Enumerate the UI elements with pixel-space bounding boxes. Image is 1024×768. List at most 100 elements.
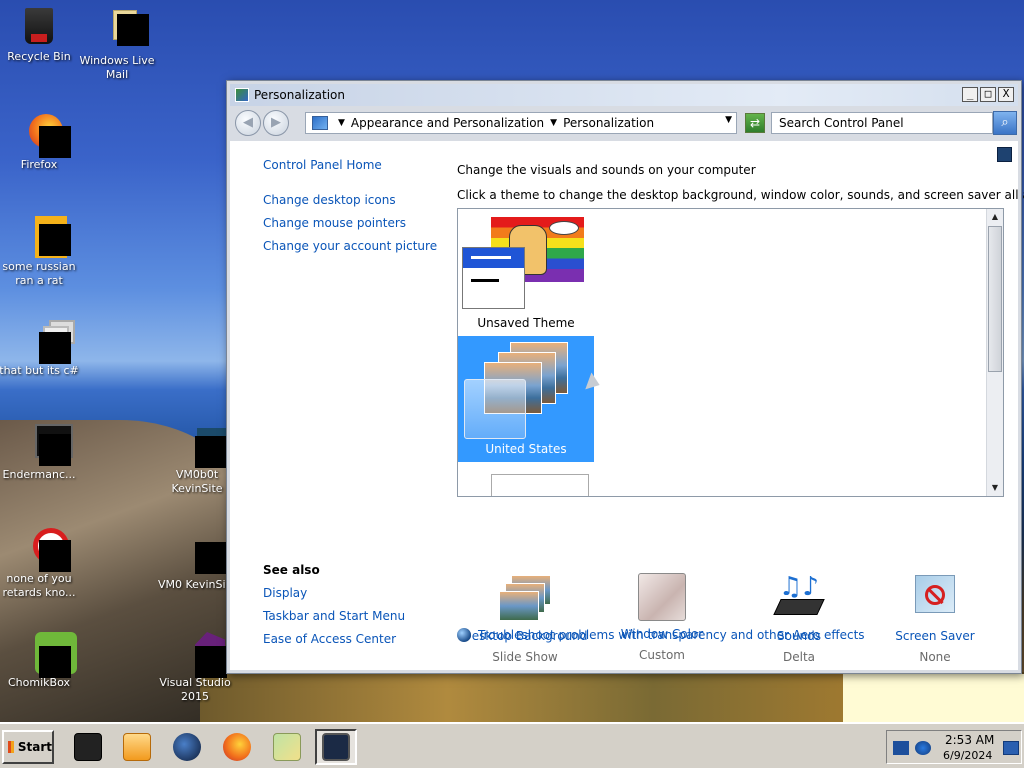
monitor-icon bbox=[322, 733, 350, 761]
change-account-picture-link[interactable]: Change your account picture bbox=[263, 239, 437, 253]
theme-unsaved[interactable]: Unsaved Theme bbox=[458, 209, 594, 335]
taskbar: Start 2:53 AM 6/9/2024 bbox=[0, 722, 1024, 768]
scroll-down-icon[interactable]: ▼ bbox=[987, 480, 1003, 496]
window-title: Personalization bbox=[254, 88, 345, 102]
desktop-background-option[interactable]: Desktop Background Slide Show bbox=[460, 573, 590, 664]
theme-window-preview bbox=[462, 247, 525, 309]
page-heading: Change the visuals and sounds on your co… bbox=[457, 163, 756, 177]
window-color-option[interactable]: Window Color Custom bbox=[597, 573, 727, 662]
troubleshoot-link-row[interactable]: Troubleshoot problems with transparency … bbox=[457, 628, 865, 642]
scroll-thumb[interactable] bbox=[988, 226, 1002, 372]
system-tray: 2:53 AM 6/9/2024 bbox=[886, 730, 1022, 764]
troubleshoot-link[interactable]: Troubleshoot problems with transparency … bbox=[478, 628, 865, 642]
taskbar-app-control-panel[interactable] bbox=[315, 729, 357, 765]
desktop-icon-endermanc[interactable]: Endermanc... bbox=[0, 424, 82, 482]
taskbar-app-media-player[interactable] bbox=[116, 729, 158, 765]
change-desktop-icons-link[interactable]: Change desktop icons bbox=[263, 193, 396, 207]
breadcrumb-appearance[interactable]: Appearance and Personalization bbox=[351, 116, 544, 130]
theme-item-partial[interactable] bbox=[491, 474, 589, 496]
theme-name: Unsaved Theme bbox=[477, 316, 575, 330]
breadcrumb-separator-icon[interactable]: ▼ bbox=[338, 118, 345, 128]
taskbar-app-browser[interactable] bbox=[166, 729, 208, 765]
globe-icon bbox=[457, 628, 471, 642]
taskbar-app-console[interactable] bbox=[67, 729, 109, 765]
mail-icon bbox=[97, 10, 149, 50]
option-title[interactable]: Screen Saver bbox=[870, 629, 1000, 643]
desktop-icon-windows-live-mail[interactable]: Windows Live Mail bbox=[74, 10, 160, 82]
control-panel-icon bbox=[235, 88, 249, 102]
globe-icon bbox=[173, 733, 201, 761]
recycle-bin-icon bbox=[19, 6, 59, 46]
desktop-icon-firefox[interactable]: Firefox bbox=[0, 114, 82, 172]
option-value: None bbox=[919, 650, 951, 664]
theme-preview-image bbox=[464, 342, 584, 439]
option-value: Custom bbox=[639, 648, 685, 662]
sounds-option[interactable]: ♫♪ Sounds Delta bbox=[734, 573, 864, 664]
forward-button[interactable]: ▶ bbox=[263, 110, 289, 136]
stacked-windows-icon bbox=[19, 320, 75, 364]
search-input[interactable]: Search Control Panel bbox=[771, 112, 993, 134]
visual-studio-icon bbox=[175, 632, 227, 678]
script-file-icon bbox=[19, 216, 71, 258]
personalization-window: Personalization _ □ X ◀ ▶ ▼ Appearance a… bbox=[226, 80, 1024, 674]
desktop-icon-chomikbox[interactable]: ChomikBox bbox=[0, 632, 82, 690]
theme-list-scrollbar[interactable]: ▲ ▼ bbox=[986, 209, 1003, 496]
network-icon[interactable] bbox=[893, 741, 909, 755]
close-button[interactable]: X bbox=[998, 87, 1014, 102]
display-link[interactable]: Display bbox=[263, 586, 307, 600]
window-color-icon bbox=[638, 573, 686, 621]
title-bar[interactable]: Personalization _ □ X bbox=[230, 84, 1018, 106]
search-icon[interactable]: ⌕ bbox=[993, 111, 1017, 135]
refresh-button[interactable]: ⇄ bbox=[745, 113, 765, 133]
address-dropdown-icon[interactable]: ▼ bbox=[725, 115, 732, 125]
console-app-icon bbox=[74, 733, 102, 761]
opera-icon bbox=[19, 528, 71, 572]
start-button[interactable]: Start bbox=[2, 730, 54, 764]
control-panel-icon bbox=[312, 116, 328, 130]
windows-logo-icon bbox=[8, 741, 14, 753]
content-area: Control Panel Home Change desktop icons … bbox=[230, 141, 1024, 670]
control-panel-home-link[interactable]: Control Panel Home bbox=[263, 158, 382, 172]
option-value: Delta bbox=[782, 650, 815, 664]
taskbar-app-firefox[interactable] bbox=[216, 729, 258, 765]
minimize-button[interactable]: _ bbox=[962, 87, 978, 102]
desktop-highlight-patch bbox=[843, 674, 1024, 722]
console-app-icon bbox=[19, 424, 73, 466]
taskbar-app-explorer[interactable] bbox=[266, 729, 308, 765]
chomikbox-icon bbox=[19, 632, 77, 678]
theme-united-states[interactable]: United States bbox=[458, 336, 594, 462]
desktop-icon-russian-rat[interactable]: some russian ran a rat bbox=[0, 216, 82, 288]
media-player-icon bbox=[123, 733, 151, 761]
sounds-icon: ♫♪ bbox=[773, 573, 825, 623]
notification-icon[interactable] bbox=[1003, 741, 1019, 755]
ease-of-access-link[interactable]: Ease of Access Center bbox=[263, 632, 396, 646]
page-instruction: Click a theme to change the desktop back… bbox=[457, 188, 1024, 202]
breadcrumb-separator-icon[interactable]: ▼ bbox=[550, 118, 557, 128]
back-button[interactable]: ◀ bbox=[235, 110, 261, 136]
volume-icon[interactable] bbox=[915, 741, 931, 755]
desktop-icon-recycle-bin[interactable]: Recycle Bin bbox=[0, 6, 82, 64]
window-controls: _ □ X bbox=[962, 87, 1014, 102]
scroll-up-icon[interactable]: ▲ bbox=[987, 209, 1003, 225]
theme-list: Unsaved Theme United States ▲ ▼ bbox=[457, 208, 1004, 497]
change-mouse-pointers-link[interactable]: Change mouse pointers bbox=[263, 216, 406, 230]
address-bar[interactable]: ▼ Appearance and Personalization ▼ Perso… bbox=[305, 112, 737, 134]
taskbar-start-menu-link[interactable]: Taskbar and Start Menu bbox=[263, 609, 405, 623]
see-also-heading: See also bbox=[263, 563, 320, 577]
desktop-icon-none-of-you[interactable]: none of you retards kno... bbox=[0, 528, 82, 600]
screen-saver-icon bbox=[909, 573, 961, 623]
desktop-icon-that-but-its-csharp[interactable]: that but its c# bbox=[0, 320, 82, 378]
maximize-button[interactable]: □ bbox=[980, 87, 996, 102]
firefox-icon bbox=[223, 733, 251, 761]
screen-saver-option[interactable]: Screen Saver None bbox=[870, 573, 1000, 664]
firefox-icon bbox=[19, 114, 71, 158]
help-icon[interactable] bbox=[997, 147, 1012, 162]
folder-icon bbox=[273, 733, 301, 761]
theme-name: United States bbox=[485, 442, 567, 456]
option-value: Slide Show bbox=[492, 650, 558, 664]
navigation-bar: ◀ ▶ ▼ Appearance and Personalization ▼ P… bbox=[230, 108, 1018, 138]
clock-time[interactable]: 2:53 AM bbox=[945, 733, 994, 747]
breadcrumb-personalization[interactable]: Personalization bbox=[563, 116, 654, 130]
clock-date[interactable]: 6/9/2024 bbox=[943, 749, 992, 762]
desktop-background-icon bbox=[499, 573, 551, 623]
